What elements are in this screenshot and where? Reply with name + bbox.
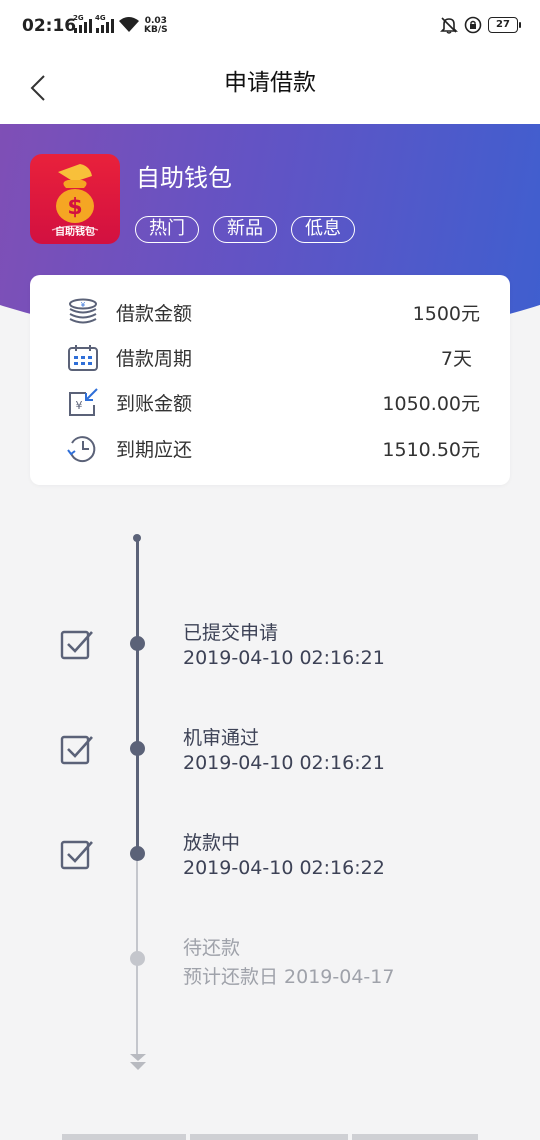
loan-info-card: ¥ 借款金额 1500元 借款周期 7天 ¥ 到账金额 1050.00元 到期应…	[30, 275, 510, 485]
received-amount-value: 1050.00元	[382, 393, 480, 415]
network-speed: 0.03 KB/S	[144, 16, 168, 35]
tag-new: 新品	[213, 216, 277, 243]
timeline-step-title: 待还款	[183, 937, 241, 959]
timeline-step-title: 放款中	[183, 832, 241, 854]
tag-hot: 热门	[135, 216, 199, 243]
svg-text:¥: ¥	[76, 399, 83, 412]
nav-bar: 申请借款	[0, 56, 540, 124]
calendar-icon	[68, 345, 98, 371]
status-bar: 02:16 2G 4G 0.03 KB/S 27	[0, 0, 540, 56]
bell-off-icon	[440, 17, 458, 34]
signal-2g-icon: 2G	[73, 14, 92, 33]
received-amount-row: ¥ 到账金额 1050.00元	[30, 387, 510, 417]
checkbox-checked-icon	[60, 840, 93, 870]
due-amount-row: 到期应还 1510.50元	[30, 433, 510, 463]
clock-history-icon	[67, 436, 96, 463]
svg-text:¥: ¥	[81, 301, 86, 309]
timeline-dot	[130, 636, 145, 651]
loan-amount-value: 1500元	[412, 303, 480, 325]
timeline-line-completed	[136, 538, 139, 854]
loan-amount-row: ¥ 借款金额 1500元	[30, 297, 510, 327]
product-name: 自助钱包	[136, 164, 232, 192]
timeline-step-title: 已提交申请	[183, 622, 279, 644]
received-amount-label: 到账金额	[116, 393, 193, 415]
loan-period-value: 7天	[440, 348, 472, 370]
timeline-start-dot	[133, 534, 141, 542]
loan-period-row: 借款周期 7天	[30, 342, 510, 372]
checkbox-checked-icon	[60, 735, 93, 765]
product-logo: $ 自助钱包	[30, 154, 120, 244]
signal-4g-icon: 4G	[95, 14, 114, 33]
tag-low-interest: 低息	[291, 216, 355, 243]
product-tags: 热门 新品 低息	[135, 216, 355, 243]
timeline-step-time: 2019-04-10 02:16:22	[183, 857, 385, 879]
timeline-step-time: 2019-04-10 02:16:21	[183, 752, 385, 774]
wifi-icon	[119, 17, 139, 32]
due-amount-value: 1510.50元	[382, 439, 480, 461]
battery-icon: 27	[488, 17, 521, 33]
loan-period-label: 借款周期	[116, 348, 193, 370]
rotation-lock-icon	[464, 16, 482, 34]
coins-icon: ¥	[69, 298, 97, 324]
timeline-step-title: 机审通过	[183, 727, 260, 749]
timeline-dot	[130, 846, 145, 861]
timeline-dot-pending	[130, 951, 145, 966]
page-title: 申请借款	[224, 70, 316, 96]
timeline-dot	[130, 741, 145, 756]
status-time: 02:16	[22, 16, 77, 36]
timeline-step-time: 2019-04-10 02:16:21	[183, 647, 385, 669]
bottom-button-bar[interactable]	[62, 1134, 478, 1140]
logo-caption: 自助钱包	[55, 227, 95, 238]
timeline-step-time: 预计还款日 2019-04-17	[183, 966, 395, 988]
due-amount-label: 到期应还	[116, 439, 193, 461]
svg-text:$: $	[67, 195, 82, 220]
yuan-receive-icon: ¥	[69, 388, 98, 416]
double-chevron-down-icon	[130, 1054, 146, 1070]
checkbox-checked-icon	[60, 630, 93, 660]
loan-amount-label: 借款金额	[116, 303, 193, 325]
